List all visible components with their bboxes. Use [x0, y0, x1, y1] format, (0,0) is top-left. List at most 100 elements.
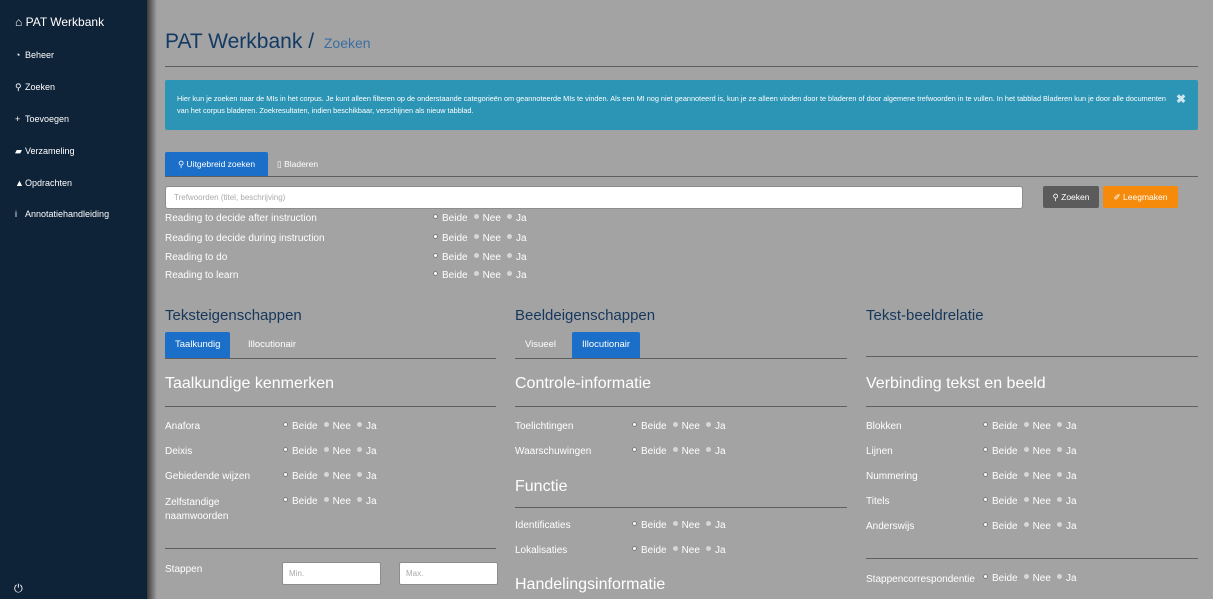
section-heading: Teksteigenschappen: [165, 307, 302, 324]
radio-both[interactable]: Beide: [632, 446, 667, 457]
sidebar: ⌂ PAT Werkbank ◔ Beheer ⚲ Zoeken + Toevoege…: [0, 0, 147, 599]
radio-yes[interactable]: Ja: [705, 520, 726, 531]
radio-both[interactable]: Beide: [632, 421, 667, 432]
divider: [515, 507, 847, 508]
radio-group: Beide Nee Ja: [283, 471, 383, 482]
filter-label: Nummering: [866, 471, 918, 482]
radio-yes[interactable]: Ja: [1056, 496, 1077, 507]
page-title: PAT Werkbank / Zoeken: [165, 30, 371, 54]
sidebar-shadow: [147, 0, 157, 599]
radio-yes[interactable]: Ja: [1056, 471, 1077, 482]
radio-both[interactable]: Beide: [983, 446, 1018, 457]
page-title-main: PAT Werkbank: [165, 30, 303, 53]
radio-both[interactable]: Beide: [983, 471, 1018, 482]
clear-button[interactable]: ✐ Leegmaken: [1103, 186, 1178, 208]
sidebar-item-toevoegen[interactable]: + Toevoegen: [15, 114, 69, 124]
radio-yes[interactable]: Ja: [506, 270, 527, 281]
radio-yes[interactable]: Ja: [506, 233, 527, 244]
radio-both[interactable]: Beide: [283, 421, 318, 432]
radio-yes[interactable]: Ja: [506, 213, 527, 224]
radio-no[interactable]: Nee: [1023, 446, 1051, 457]
radio-both[interactable]: Beide: [283, 471, 318, 482]
radio-no[interactable]: Nee: [1023, 521, 1051, 532]
radio-no[interactable]: Nee: [473, 270, 501, 281]
radio-yes[interactable]: Ja: [705, 421, 726, 432]
radio-group: Beide Nee Ja: [433, 252, 533, 263]
radio-group: Beide Nee Ja: [983, 496, 1083, 507]
tab-taalkundig[interactable]: Taalkundig: [165, 332, 231, 358]
radio-both[interactable]: Beide: [983, 496, 1018, 507]
radio-both[interactable]: Beide: [632, 520, 667, 531]
radio-yes[interactable]: Ja: [506, 252, 527, 263]
radio-no[interactable]: Nee: [1023, 496, 1051, 507]
sidebar-item-annotatiehandleiding[interactable]: i Annotatiehandleiding: [15, 209, 109, 219]
steps-min-input[interactable]: [283, 564, 381, 583]
radio-both[interactable]: Beide: [433, 252, 468, 263]
radio-yes[interactable]: Ja: [1056, 573, 1077, 584]
radio-yes[interactable]: Ja: [356, 496, 377, 507]
sidebar-item-opdrachten[interactable]: ▲Opdrachten: [15, 178, 72, 188]
search-icon: ⚲: [15, 82, 22, 92]
steps-max-input[interactable]: [400, 564, 498, 583]
radio-yes[interactable]: Ja: [1056, 421, 1077, 432]
radio-no[interactable]: Nee: [323, 471, 351, 482]
radio-both[interactable]: Beide: [283, 496, 318, 507]
search-input[interactable]: [166, 188, 1022, 207]
graduation-cap-icon: ▲: [15, 178, 24, 188]
radio-both[interactable]: Beide: [433, 233, 468, 244]
title-divider: [165, 66, 1198, 67]
radio-no[interactable]: Nee: [323, 421, 351, 432]
radio-no[interactable]: Nee: [672, 545, 700, 556]
radio-no[interactable]: Nee: [323, 446, 351, 457]
divider: [515, 406, 847, 407]
sidebar-item-beheer[interactable]: ◔ Beheer: [15, 50, 54, 60]
search-button[interactable]: ⚲ Zoeken: [1043, 186, 1099, 208]
tab-advanced-search[interactable]: ⚲ Uitgebreid zoeken: [165, 152, 268, 176]
radio-yes[interactable]: Ja: [356, 471, 377, 482]
radio-yes[interactable]: Ja: [1056, 446, 1077, 457]
radio-group: Beide Nee Ja: [433, 270, 533, 281]
radio-both[interactable]: Beide: [433, 270, 468, 281]
tab-browse[interactable]: ▯ Bladeren: [277, 152, 318, 176]
radio-no[interactable]: Nee: [473, 252, 501, 263]
close-icon[interactable]: ✖: [1176, 92, 1186, 106]
radio-group: Beide Nee Ja: [983, 446, 1083, 457]
page-subtitle: Zoeken: [323, 35, 371, 51]
section-heading: Beeldeigenschappen: [515, 307, 656, 324]
radio-both[interactable]: Beide: [983, 573, 1018, 584]
filter-label: Reading to decide during instruction: [165, 233, 325, 244]
power-icon[interactable]: ⏻: [14, 583, 23, 596]
max-input-wrapper: [399, 562, 498, 585]
radio-yes[interactable]: Ja: [356, 446, 377, 457]
radio-group: Beide Nee Ja: [983, 421, 1083, 432]
radio-both[interactable]: Beide: [983, 421, 1018, 432]
radio-yes[interactable]: Ja: [705, 446, 726, 457]
radio-no[interactable]: Nee: [323, 496, 351, 507]
radio-no[interactable]: Nee: [672, 421, 700, 432]
radio-yes[interactable]: Ja: [1056, 521, 1077, 532]
radio-no[interactable]: Nee: [672, 520, 700, 531]
radio-both[interactable]: Beide: [983, 521, 1018, 532]
radio-no[interactable]: Nee: [1023, 471, 1051, 482]
radio-group: Beide Nee Ja: [983, 521, 1083, 532]
tab-visueel[interactable]: Visueel: [515, 332, 566, 358]
radio-no[interactable]: Nee: [672, 446, 700, 457]
tab-illocutionair[interactable]: Illocutionair: [572, 332, 641, 358]
radio-group: Beide Nee Ja: [283, 496, 383, 507]
tab-illocutionair[interactable]: Illocutionair: [238, 332, 306, 358]
radio-no[interactable]: Nee: [1023, 573, 1051, 584]
sidebar-item-verzameling[interactable]: ▰ Verzameling: [15, 146, 75, 157]
divider: [515, 358, 847, 359]
radio-both[interactable]: Beide: [283, 446, 318, 457]
radio-no[interactable]: Nee: [473, 233, 501, 244]
radio-both[interactable]: Beide: [632, 545, 667, 556]
radio-yes[interactable]: Ja: [705, 545, 726, 556]
radio-yes[interactable]: Ja: [356, 421, 377, 432]
sidebar-item-zoeken[interactable]: ⚲ Zoeken: [15, 82, 55, 93]
sidebar-item-label: Toevoegen: [25, 114, 70, 124]
radio-no[interactable]: Nee: [1023, 421, 1051, 432]
radio-no[interactable]: Nee: [473, 213, 501, 224]
sidebar-brand[interactable]: ⌂ PAT Werkbank: [15, 15, 104, 29]
radio-both[interactable]: Beide: [433, 213, 468, 224]
tabs-divider: [165, 176, 1198, 177]
